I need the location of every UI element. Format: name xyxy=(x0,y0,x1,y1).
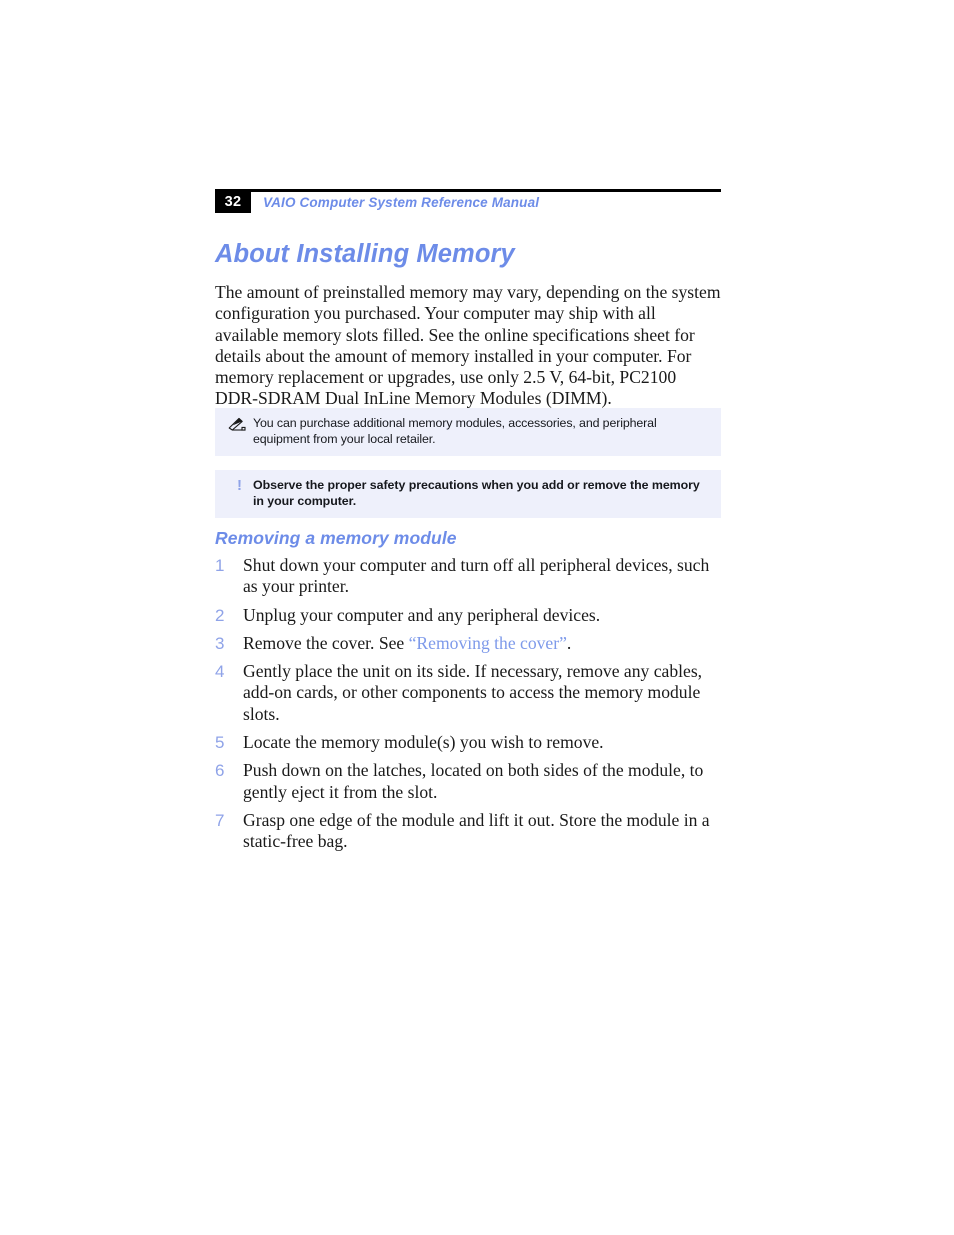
cross-reference-link[interactable]: “Removing the cover” xyxy=(409,633,567,653)
step-number: 2 xyxy=(215,605,225,625)
list-item: 5 Locate the memory module(s) you wish t… xyxy=(215,732,723,753)
document-page: 32 VAIO Computer System Reference Manual… xyxy=(0,0,954,1235)
list-item: 2 Unplug your computer and any periphera… xyxy=(215,605,723,626)
step-number: 4 xyxy=(215,662,225,682)
page-number-badge: 32 xyxy=(215,192,251,213)
exclamation-icon: ! xyxy=(227,478,253,494)
step-text: Shut down your computer and turn off all… xyxy=(243,555,710,597)
list-item: 7 Grasp one edge of the module and lift … xyxy=(215,810,723,853)
section-subheading: Removing a memory module xyxy=(215,528,457,548)
step-number: 5 xyxy=(215,733,225,753)
exclamation-marker: ! xyxy=(237,477,242,494)
step-text: Remove the cover. See “Removing the cove… xyxy=(243,633,571,653)
running-header: 32 VAIO Computer System Reference Manual xyxy=(215,189,721,215)
note-callout: You can purchase additional memory modul… xyxy=(215,408,721,456)
list-item: 4 Gently place the unit on its side. If … xyxy=(215,661,723,725)
procedure-step-list: 1 Shut down your computer and turn off a… xyxy=(215,555,723,860)
step-number: 3 xyxy=(215,633,225,653)
list-item: 6 Push down on the latches, located on b… xyxy=(215,760,723,803)
step-number: 1 xyxy=(215,556,225,575)
note-callout-text: You can purchase additional memory modul… xyxy=(253,416,657,446)
note-pen-icon xyxy=(227,416,253,431)
step-text: Locate the memory module(s) you wish to … xyxy=(243,732,604,753)
step-number: 6 xyxy=(215,761,225,781)
list-item: 3 Remove the cover. See “Removing the co… xyxy=(215,633,723,654)
manual-title: VAIO Computer System Reference Manual xyxy=(263,195,540,210)
step-number: 7 xyxy=(215,810,225,830)
list-item: 1 Shut down your computer and turn off a… xyxy=(215,555,723,598)
warning-callout: ! Observe the proper safety precautions … xyxy=(215,470,721,518)
warning-callout-text: Observe the proper safety precautions wh… xyxy=(253,478,700,508)
step-text: Gently place the unit on its side. If ne… xyxy=(243,661,703,724)
step-text: Grasp one edge of the module and lift it… xyxy=(243,809,710,852)
intro-paragraph: The amount of preinstalled memory may va… xyxy=(215,282,721,409)
step-text: Unplug your computer and any peripheral … xyxy=(243,604,601,625)
step-text: Push down on the latches, located on bot… xyxy=(243,760,704,802)
page-title: About Installing Memory xyxy=(215,240,515,268)
step-text-tail: . xyxy=(566,632,572,653)
step-text-lead: Remove the cover. See xyxy=(243,632,409,653)
